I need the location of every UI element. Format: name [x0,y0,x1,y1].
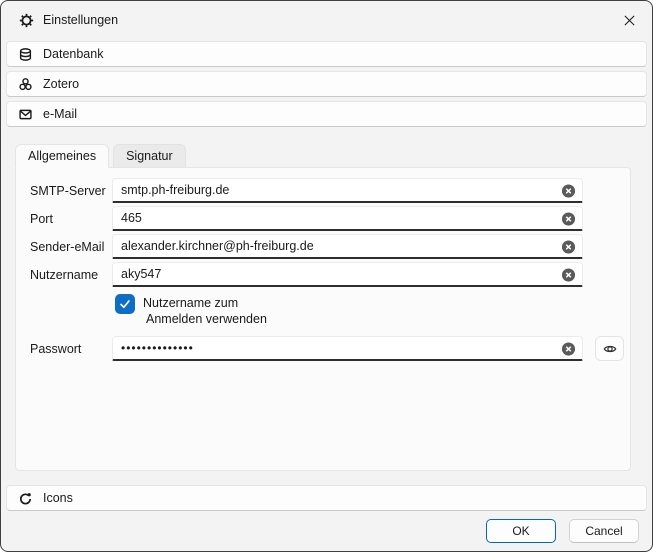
expander-datenbank[interactable]: Datenbank [6,41,647,67]
clear-icon[interactable] [561,211,576,226]
smtp-server-row: SMTP-Server [30,178,583,203]
reveal-password-button[interactable] [595,336,624,361]
expander-icons-label: Icons [43,491,73,505]
use-username-checkbox-label: Nutzername zum Anmelden verwenden [143,294,267,327]
sender-email-row: Sender-eMail [30,234,583,259]
expander-icons[interactable]: Icons [6,485,647,511]
settings-dialog: Einstellungen Daten [0,0,653,552]
expander-zotero[interactable]: Zotero [6,71,647,97]
tab-allgemeines[interactable]: Allgemeines [15,144,109,168]
expander-datenbank-label: Datenbank [43,47,103,61]
port-input[interactable] [112,206,583,231]
cancel-button[interactable]: Cancel [569,519,639,543]
email-panel: SMTP-Server Port [15,167,631,471]
dialog-title: Einstellungen [43,13,118,27]
database-icon [18,47,33,62]
close-button[interactable] [606,1,652,39]
clear-icon[interactable] [561,239,576,254]
email-tabs: Allgemeines Signatur [15,144,647,167]
titlebar: Einstellungen [1,1,652,39]
use-username-row: Nutzername zum Anmelden verwenden [115,294,624,327]
expander-zotero-label: Zotero [43,77,79,91]
username-input[interactable] [112,262,583,287]
refresh-ring-icon [18,491,33,506]
expander-email[interactable]: e-Mail [6,101,647,127]
use-username-checkbox[interactable] [115,294,135,314]
port-label: Port [30,212,112,226]
ok-button[interactable]: OK [486,519,556,543]
zotero-icon [18,77,33,92]
password-input[interactable] [112,336,583,361]
sender-email-label: Sender-eMail [30,240,112,254]
password-label: Passwort [30,342,112,356]
username-row: Nutzername [30,262,583,287]
mail-icon [18,107,33,122]
clear-icon[interactable] [561,183,576,198]
smtp-server-label: SMTP-Server [30,184,112,198]
username-label: Nutzername [30,268,112,282]
password-row: Passwort [30,336,624,361]
expander-email-label: e-Mail [43,107,77,121]
smtp-server-input[interactable] [112,178,583,203]
clear-icon[interactable] [561,341,576,356]
clear-icon[interactable] [561,267,576,282]
dialog-footer: OK Cancel [1,511,652,551]
checkmark-icon [118,297,132,311]
gear-icon [19,13,34,28]
eye-icon [602,341,618,357]
sender-email-input[interactable] [112,234,583,259]
tab-signatur[interactable]: Signatur [113,144,186,167]
port-row: Port [30,206,583,231]
close-icon [623,14,636,27]
sections-list: Datenbank Zotero [1,39,652,511]
